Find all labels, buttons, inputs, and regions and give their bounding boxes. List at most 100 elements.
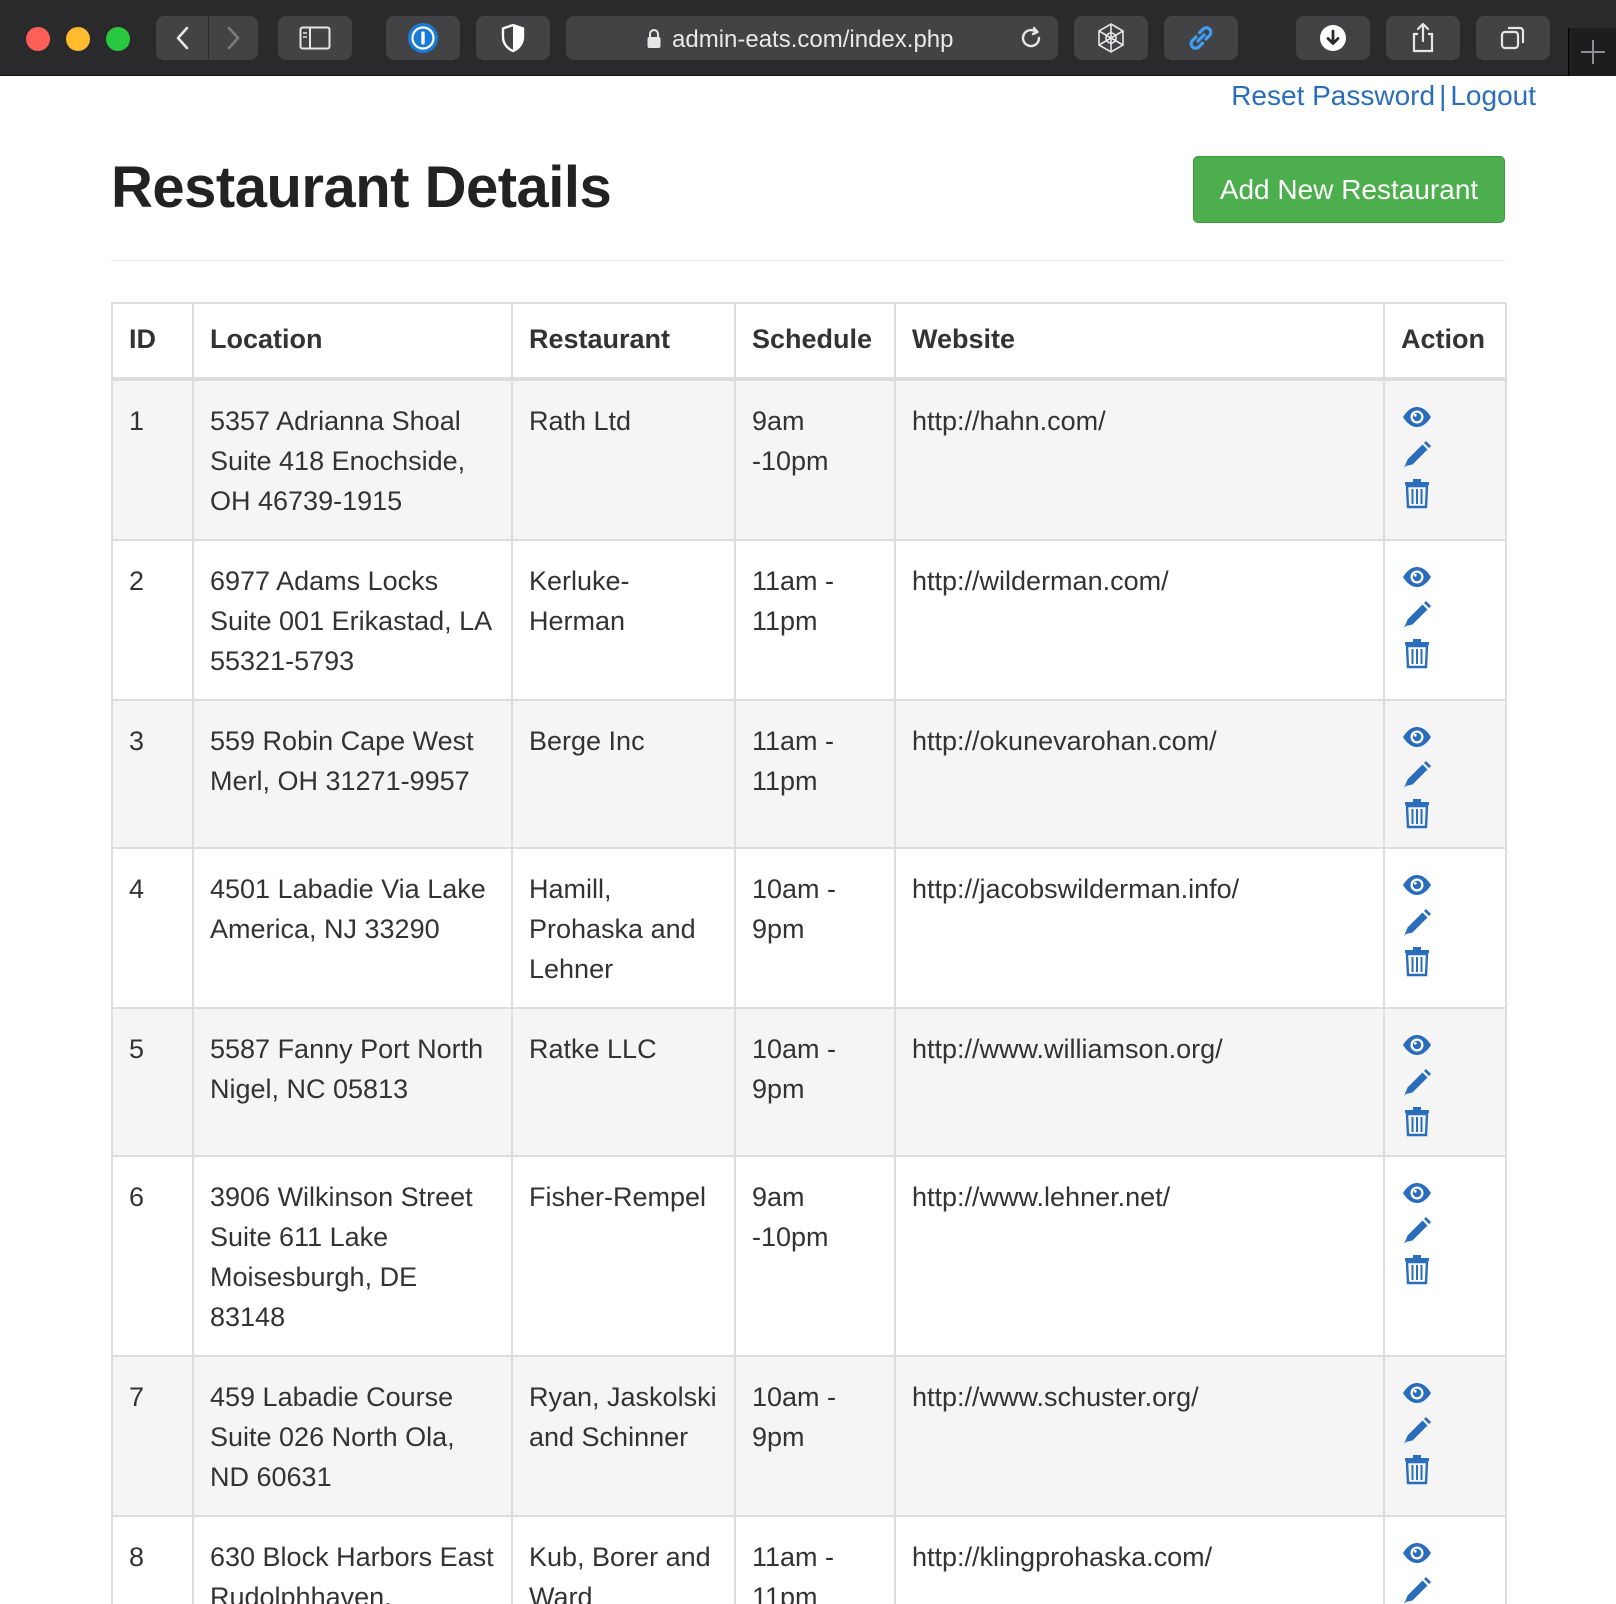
- cell-id: 8: [111, 1515, 194, 1604]
- edit-button[interactable]: [1401, 759, 1489, 791]
- delete-button[interactable]: [1401, 945, 1489, 977]
- chevron-right-icon: [227, 26, 239, 50]
- cell-schedule: 10am - 9pm: [734, 1007, 896, 1157]
- eye-icon: [1403, 1383, 1431, 1403]
- link-icon: [1189, 26, 1213, 50]
- pencil-icon: [1404, 601, 1431, 628]
- cell-location: 559 Robin Cape West Merl, OH 31271-9957: [192, 699, 513, 849]
- forward-button[interactable]: [208, 16, 258, 60]
- cell-schedule: 9am -10pm: [734, 378, 896, 541]
- sidebar-toggle-button[interactable]: [278, 16, 352, 60]
- cell-id: 6: [111, 1155, 194, 1357]
- chevron-left-icon: [176, 26, 188, 50]
- row-actions: [1401, 1029, 1489, 1137]
- reload-icon[interactable]: [1018, 25, 1044, 51]
- edit-button[interactable]: [1401, 907, 1489, 939]
- cell-id: 4: [111, 847, 194, 1009]
- column-header-schedule: Schedule: [734, 302, 896, 381]
- cell-location: 5357 Adrianna Shoal Suite 418 Enochside,…: [192, 378, 513, 541]
- edit-button[interactable]: [1401, 1215, 1489, 1247]
- delete-button[interactable]: [1401, 477, 1489, 509]
- cell-schedule: 11am - 11pm: [734, 699, 896, 849]
- cell-actions: [1383, 1515, 1507, 1604]
- table-header-row: ID Location Restaurant Schedule Website …: [111, 302, 1507, 381]
- cell-schedule: 9am -10pm: [734, 1155, 896, 1357]
- table-row: 4 4501 Labadie Via Lake America, NJ 33290…: [111, 847, 1507, 1009]
- cell-schedule: 11am - 11pm: [734, 1515, 896, 1604]
- cell-actions: [1383, 539, 1507, 701]
- cell-restaurant: Ryan, Jaskolski and Schinner: [511, 1355, 736, 1517]
- zoom-window-button[interactable]: [106, 27, 130, 51]
- cell-location: 630 Block Harbors East Rudolphhaven,: [192, 1515, 513, 1604]
- tab-overview-button[interactable]: [1476, 16, 1550, 60]
- new-tab-button[interactable]: [1568, 28, 1616, 76]
- pencil-icon: [1404, 1217, 1431, 1244]
- logout-link[interactable]: Logout: [1450, 80, 1536, 111]
- eye-icon: [1403, 875, 1431, 895]
- share-button[interactable]: [1386, 16, 1460, 60]
- table-row: 2 6977 Adams Locks Suite 001 Erikastad, L…: [111, 539, 1507, 701]
- restaurant-table: ID Location Restaurant Schedule Website …: [111, 302, 1507, 1604]
- table-body: 1 5357 Adrianna Shoal Suite 418 Enochside…: [111, 378, 1507, 1604]
- trash-icon: [1405, 639, 1429, 669]
- edit-button[interactable]: [1401, 1415, 1489, 1447]
- eye-icon: [1403, 567, 1431, 587]
- password-manager-button[interactable]: [386, 16, 460, 60]
- view-button[interactable]: [1401, 1377, 1489, 1409]
- cell-website: http://www.lehner.net/: [894, 1155, 1385, 1357]
- add-new-restaurant-button[interactable]: Add New Restaurant: [1193, 156, 1505, 223]
- cell-restaurant: Ratke LLC: [511, 1007, 736, 1157]
- cell-actions: [1383, 378, 1507, 541]
- plus-icon: [1581, 40, 1605, 64]
- page-title: Restaurant Details: [111, 155, 612, 220]
- eye-icon: [1403, 727, 1431, 747]
- trash-icon: [1405, 799, 1429, 829]
- minimize-window-button[interactable]: [66, 27, 90, 51]
- downloads-button[interactable]: [1296, 16, 1370, 60]
- view-button[interactable]: [1401, 1177, 1489, 1209]
- link-extension-button[interactable]: [1164, 16, 1238, 60]
- trash-icon: [1405, 479, 1429, 509]
- delete-button[interactable]: [1401, 1453, 1489, 1485]
- view-button[interactable]: [1401, 561, 1489, 593]
- reset-password-link[interactable]: Reset Password: [1231, 80, 1435, 111]
- edit-button[interactable]: [1401, 599, 1489, 631]
- url-text: admin-eats.com/index.php: [672, 26, 954, 53]
- cell-website: http://okunevarohan.com/: [894, 699, 1385, 849]
- cell-actions: [1383, 1007, 1507, 1157]
- edit-button[interactable]: [1401, 1575, 1489, 1604]
- cell-id: 7: [111, 1355, 194, 1517]
- table-row: 6 3906 Wilkinson Street Suite 611 Lake Mo…: [111, 1155, 1507, 1357]
- view-button[interactable]: [1401, 869, 1489, 901]
- privacy-shield-button[interactable]: [476, 16, 550, 60]
- delete-button[interactable]: [1401, 797, 1489, 829]
- view-button[interactable]: [1401, 1537, 1489, 1569]
- edit-button[interactable]: [1401, 1067, 1489, 1099]
- view-button[interactable]: [1401, 721, 1489, 753]
- pencil-icon: [1404, 1577, 1431, 1604]
- view-button[interactable]: [1401, 401, 1489, 433]
- table-row: 5 5587 Fanny Port North Nigel, NC 05813 Ra…: [111, 1007, 1507, 1157]
- edit-button[interactable]: [1401, 439, 1489, 471]
- trash-icon: [1405, 1455, 1429, 1485]
- extension-button[interactable]: [1074, 16, 1148, 60]
- address-bar[interactable]: admin-eats.com/index.php: [566, 16, 1058, 60]
- delete-button[interactable]: [1401, 1105, 1489, 1137]
- cell-id: 5: [111, 1007, 194, 1157]
- delete-button[interactable]: [1401, 637, 1489, 669]
- cell-website: http://www.schuster.org/: [894, 1355, 1385, 1517]
- eye-icon: [1403, 1543, 1431, 1563]
- column-header-action: Action: [1383, 302, 1507, 381]
- cell-actions: [1383, 1355, 1507, 1517]
- cell-website: http://wilderman.com/: [894, 539, 1385, 701]
- cell-schedule: 10am - 9pm: [734, 1355, 896, 1517]
- column-header-id: ID: [111, 302, 194, 381]
- view-button[interactable]: [1401, 1029, 1489, 1061]
- link-separator: |: [1439, 80, 1447, 111]
- back-button[interactable]: [156, 16, 207, 60]
- delete-button[interactable]: [1401, 1253, 1489, 1285]
- table-row: 1 5357 Adrianna Shoal Suite 418 Enochside…: [111, 378, 1507, 541]
- close-window-button[interactable]: [26, 27, 50, 51]
- row-actions: [1401, 1537, 1489, 1604]
- cell-website: http://jacobswilderman.info/: [894, 847, 1385, 1009]
